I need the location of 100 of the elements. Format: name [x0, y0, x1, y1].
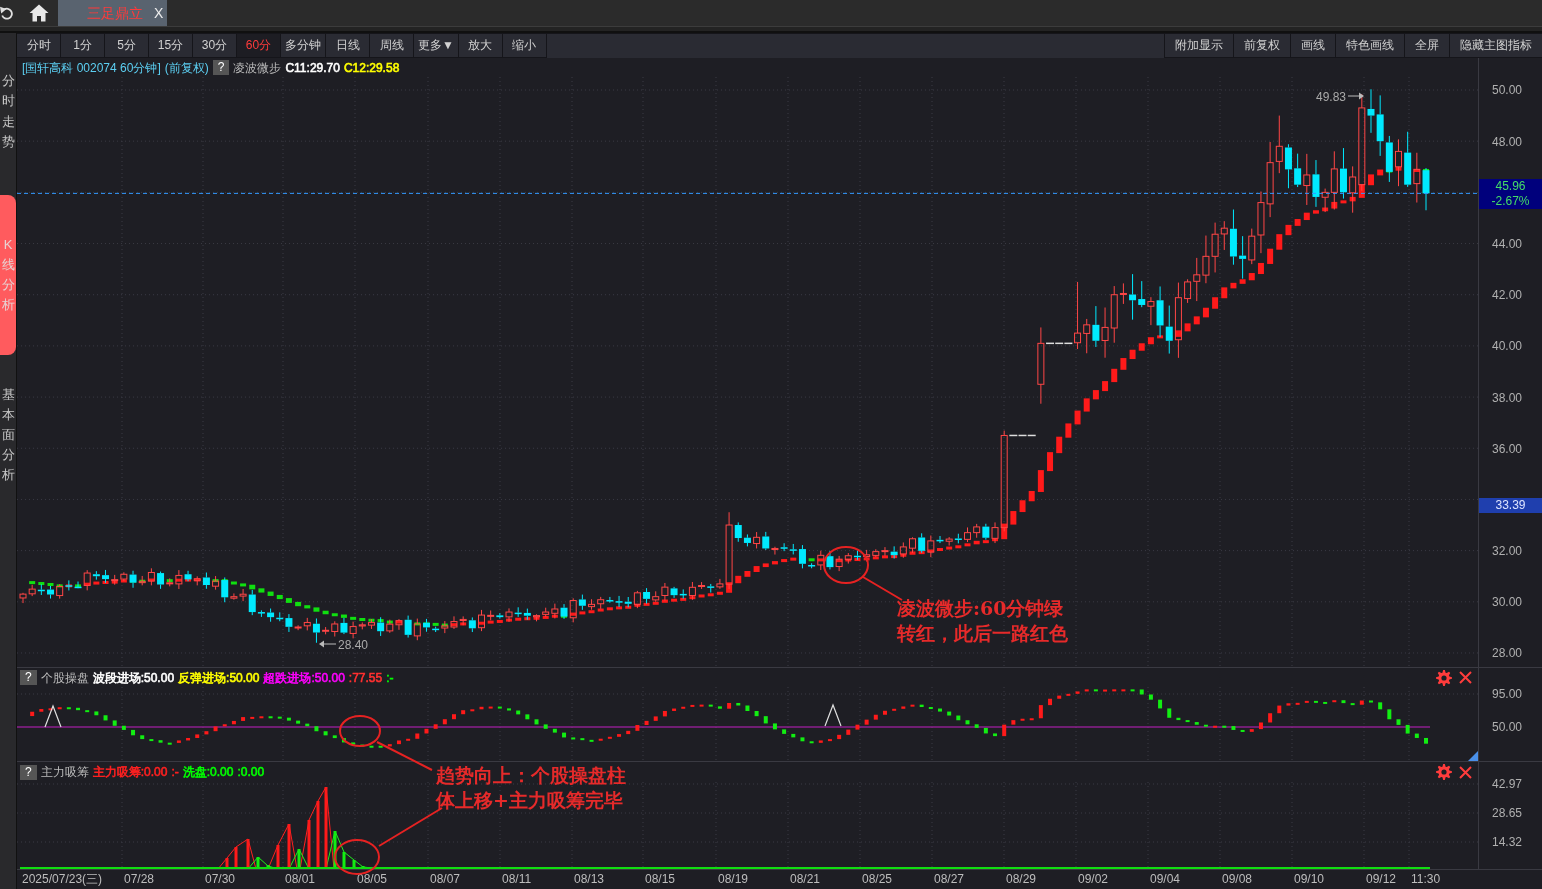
value-tick-label: 95.00 — [1492, 686, 1523, 702]
annotation-note: 趋势向上：个股操盘柱 体上移+主力吸筹完毕 — [436, 763, 626, 813]
price-tick-label: 40.00 — [1492, 338, 1523, 354]
period-tab[interactable]: 周线 — [370, 34, 413, 57]
price-tick-label: 38.00 — [1492, 390, 1523, 406]
document-tab[interactable]: 三足鼎立 X — [58, 0, 167, 26]
date-tick-label: 08/29 — [1006, 872, 1037, 887]
date-tick-label: 08/13 — [574, 872, 605, 887]
triangle-marker-icon — [824, 703, 842, 727]
date-tick-label: 09/08 — [1222, 872, 1253, 887]
price-tick-label: 32.00 — [1492, 543, 1523, 559]
corner-triangle-icon — [1468, 751, 1478, 761]
date-tick-label: 07/28 — [124, 872, 155, 887]
date-tick-label: 08/01 — [285, 872, 316, 887]
highlight-ellipse — [334, 839, 380, 875]
accumulation-bar — [307, 820, 311, 868]
washout-bar — [352, 860, 356, 868]
date-tick-label: 08/11 — [502, 872, 532, 887]
close-icon[interactable] — [1459, 765, 1472, 779]
toolbar-button[interactable]: 前复权 — [1234, 34, 1290, 57]
period-tab[interactable]: 5分 — [105, 34, 148, 57]
date-tick-label: 07/30 — [205, 872, 236, 887]
high-price-label: 49.83 — [1316, 90, 1347, 104]
more-dropdown[interactable]: 更多▼ — [414, 34, 458, 57]
help-button[interactable]: ? — [212, 60, 230, 75]
home-icon[interactable] — [29, 4, 49, 22]
period-tab[interactable]: 30分 — [193, 34, 236, 57]
price-tick-label: 48.00 — [1492, 134, 1523, 150]
legend-value: :- — [171, 764, 179, 781]
toolbar-button[interactable]: 隐藏主图指标 — [1450, 34, 1542, 57]
date-tick-label: 09/10 — [1294, 872, 1325, 887]
sidebar-tab[interactable]: 分时走势 — [0, 33, 16, 190]
price-tick-label: 44.00 — [1492, 236, 1523, 252]
toolbar-button[interactable]: 特色画线 — [1336, 34, 1404, 57]
zoom-button[interactable]: 缩小 — [502, 34, 546, 57]
price-tick-label: 50.00 — [1492, 82, 1523, 98]
accumulation-bar — [225, 858, 229, 868]
date-tick-label: 09/02 — [1078, 872, 1109, 887]
last-price-label: 45.96 — [1479, 179, 1542, 194]
date-tick-label: 08/05 — [357, 872, 388, 887]
help-button[interactable]: ? — [20, 670, 37, 685]
change-percent-label: -2.67% — [1479, 194, 1542, 209]
value-tick-label: 14.32 — [1492, 834, 1523, 850]
settings-icon[interactable] — [1436, 764, 1452, 780]
date-tick-label: 08/15 — [645, 872, 676, 887]
period-tab[interactable]: 日线 — [326, 34, 369, 57]
legend-value: 反弹进场:50.00 — [178, 669, 260, 687]
triangle-marker-icon — [44, 704, 62, 728]
washout-bar — [342, 852, 346, 868]
period-tab[interactable]: 分时 — [17, 34, 60, 57]
indicator-name: 凌波微步 — [233, 59, 282, 77]
legend-value: :77.55 — [348, 669, 383, 687]
highlight-ellipse — [339, 715, 381, 747]
value-tick-label: 28.65 — [1492, 805, 1523, 821]
period-tab[interactable]: 60分 — [237, 34, 280, 57]
annotation-note: 凌波微步:60分钟绿 转红，此后一路红色 — [897, 596, 1068, 646]
accumulation-bar — [316, 801, 320, 868]
back-icon[interactable] — [0, 6, 13, 20]
indicator-name: 主力吸筹 — [40, 764, 89, 781]
washout-bar — [333, 831, 337, 868]
period-tab[interactable]: 15分 — [149, 34, 192, 57]
highlight-ellipse — [823, 546, 869, 584]
zoom-button[interactable]: 放大 — [458, 34, 502, 57]
period-tab[interactable]: 1分 — [61, 34, 104, 57]
stock-title: [国轩高科 002074 60分钟] — [22, 59, 161, 77]
legend-value: :0.00 — [237, 764, 265, 781]
value-tick-label: 42.97 — [1492, 776, 1523, 792]
accumulation-bar — [287, 824, 291, 868]
leader-line — [862, 576, 903, 601]
toolbar-button[interactable]: 画线 — [1291, 34, 1335, 57]
date-tick-label: 08/21 — [790, 872, 821, 887]
toolbar-button[interactable]: 全屏 — [1405, 34, 1449, 57]
arrow-icon — [319, 640, 337, 648]
date-tick-label: 08/19 — [718, 872, 749, 887]
indicator-name: 个股操盘 — [40, 669, 89, 687]
date-tick-label: 08/07 — [430, 872, 461, 887]
sidebar-tab[interactable]: 基本面分析 — [0, 360, 16, 510]
price-tick-label: 28.00 — [1492, 645, 1523, 661]
toolbar-button[interactable]: 附加显示 — [1165, 34, 1233, 57]
accumulation-bar — [246, 839, 250, 868]
price-tick-label: 30.00 — [1492, 594, 1523, 610]
tab-close-button[interactable]: X — [154, 2, 164, 24]
legend-value: C12:29.58 — [343, 59, 400, 77]
date-tick-label: 08/27 — [934, 872, 965, 887]
value-tick-label: 50.00 — [1492, 719, 1523, 735]
washout-bar — [266, 865, 270, 868]
settings-icon[interactable] — [1436, 669, 1452, 686]
price-tick-label: 36.00 — [1492, 441, 1523, 457]
legend-value: C11:29.70 — [285, 59, 340, 77]
legend-value: 超跌进场:50.00 — [263, 669, 345, 687]
adjustment-label: (前复权) — [164, 59, 209, 77]
date-tick-label: 09/12 — [1366, 872, 1397, 887]
legend-value: 波段进场:50.00 — [92, 669, 175, 687]
low-price-label: 28.40 — [338, 638, 369, 652]
legend-value: 洗盘:0.00 — [182, 764, 234, 781]
help-button[interactable]: ? — [20, 764, 37, 780]
washout-bar — [297, 849, 301, 868]
close-icon[interactable] — [1459, 671, 1472, 684]
date-tick-label: 08/25 — [862, 872, 893, 887]
period-tab[interactable]: 多分钟 — [281, 34, 325, 57]
